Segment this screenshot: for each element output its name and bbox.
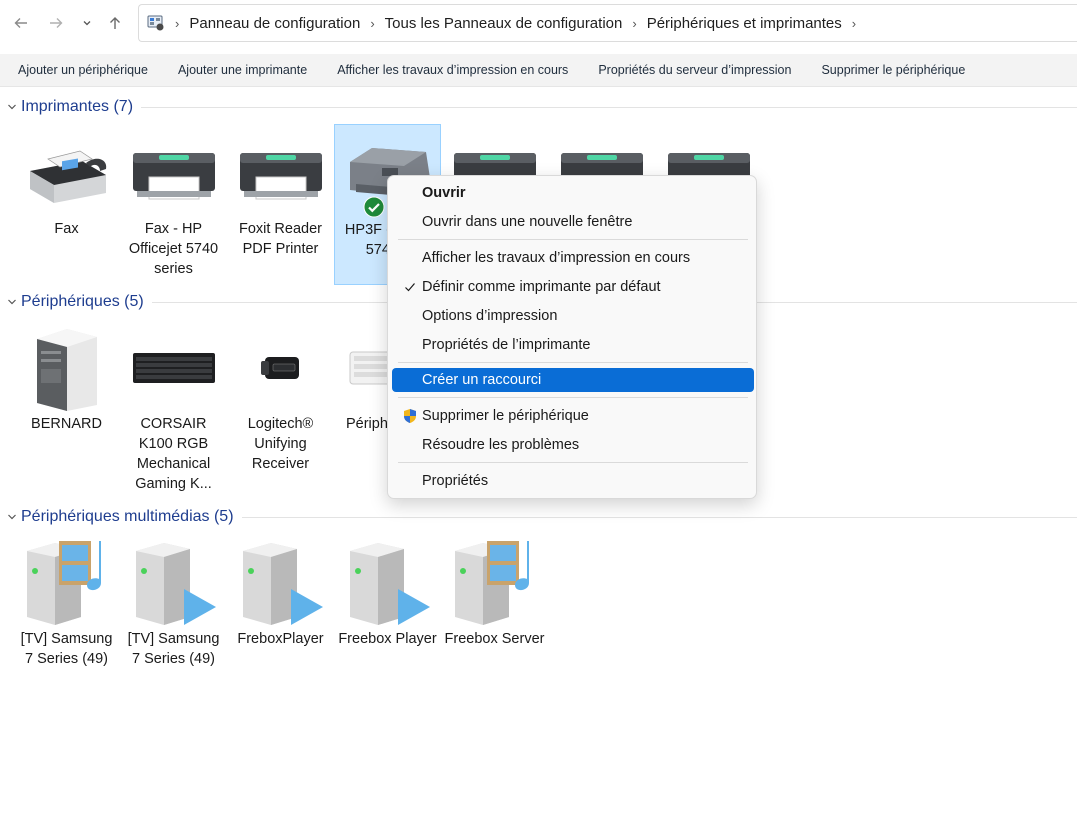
print-server-properties-button[interactable]: Propriétés du serveur d’impression [583,63,806,77]
breadcrumb-separator-icon: › [175,15,180,31]
remove-device-button[interactable]: Supprimer le périphérique [806,63,980,77]
device-label: Fax - HP Officejet 5740 series [128,221,219,277]
chevron-down-icon[interactable] [2,297,22,307]
device-item-fax[interactable]: Fax [13,127,120,239]
media-server-icon [441,537,548,629]
menu-item-print-options[interactable]: Options d’impression [392,304,754,328]
printer-icon [120,127,227,219]
forward-arrow-icon[interactable] [45,12,67,34]
control-panel-icon [147,14,165,32]
group-title-multimedia: Périphériques multimédias (5) [21,508,234,525]
menu-item-label: Définir comme imprimante par défaut [422,279,661,295]
media-player-icon [227,537,334,629]
device-label: Freebox Server [444,631,545,647]
media-player-icon [120,537,227,629]
device-item-freebox-player[interactable]: Freebox Player [334,537,441,649]
keyboard-icon [120,322,227,414]
device-label: Foxit Reader PDF Printer [238,221,322,257]
group-title-printers: Imprimantes (7) [21,98,134,115]
chevron-down-icon[interactable] [2,512,22,522]
media-player-icon [334,537,441,629]
uac-shield-icon [402,408,418,424]
device-label: [TV] Samsung 7 Series (49) [127,631,220,667]
device-label: FreboxPlayer [237,631,324,647]
breadcrumb-devices-printers[interactable]: Périphériques et imprimantes [647,15,842,32]
default-printer-check-icon [363,196,385,223]
chevron-down-icon[interactable] [2,102,22,112]
menu-item-troubleshoot[interactable]: Résoudre les problèmes [392,433,754,457]
group-header-printers[interactable]: Imprimantes (7) [0,95,1077,119]
up-arrow-icon[interactable] [104,12,126,34]
device-label: Freebox Player [338,631,437,647]
recent-locations-chevron-icon[interactable] [76,12,98,34]
device-item-freboxplayer[interactable]: FreboxPlayer [227,537,334,649]
back-arrow-icon[interactable] [10,12,32,34]
device-item-samsung-tv-1[interactable]: [TV] Samsung 7 Series (49) [13,537,120,669]
device-item-foxit-pdf-printer[interactable]: Foxit Reader PDF Printer [227,127,334,259]
device-item-freebox-server[interactable]: Freebox Server [441,537,548,649]
menu-separator [398,462,748,463]
printer-icon [227,127,334,219]
breadcrumb-separator-icon: › [370,15,375,31]
menu-separator [398,362,748,363]
menu-item-properties[interactable]: Propriétés [392,469,754,493]
computer-tower-icon [13,322,120,414]
add-device-button[interactable]: Ajouter un périphérique [3,63,163,77]
menu-separator [398,239,748,240]
menu-item-create-shortcut[interactable]: Créer un raccourci [392,368,754,392]
checkmark-icon [402,279,418,295]
device-label: Logitech® Unifying Receiver [247,416,314,472]
group-title-devices: Périphériques (5) [21,293,144,310]
breadcrumb-control-panel[interactable]: Panneau de configuration [189,15,360,32]
menu-item-open-new-window[interactable]: Ouvrir dans une nouvelle fenêtre [392,210,754,234]
fax-machine-icon [13,127,120,219]
device-label: [TV] Samsung 7 Series (49) [20,631,113,667]
group-divider [241,516,1077,518]
device-label: BERNARD [31,416,102,432]
address-box[interactable]: › Panneau de configuration › Tous les Pa… [138,4,1077,42]
group-header-multimedia[interactable]: Périphériques multimédias (5) [0,505,1077,529]
menu-item-see-print-jobs[interactable]: Afficher les travaux d’impression en cou… [392,246,754,270]
see-print-jobs-button[interactable]: Afficher les travaux d’impression en cou… [322,63,583,77]
context-menu: Ouvrir Ouvrir dans une nouvelle fenêtre … [387,175,757,499]
device-item-corsair-k100[interactable]: CORSAIR K100 RGB Mechanical Gaming K... [120,322,227,494]
breadcrumb-all-control-panels[interactable]: Tous les Panneaux de configuration [385,15,623,32]
command-bar: Ajouter un périphérique Ajouter une impr… [0,54,1077,87]
group-divider [141,106,1077,108]
usb-receiver-icon [227,322,334,414]
media-server-icon [13,537,120,629]
add-printer-button[interactable]: Ajouter une imprimante [163,63,322,77]
device-item-samsung-tv-2[interactable]: [TV] Samsung 7 Series (49) [120,537,227,669]
menu-item-open[interactable]: Ouvrir [392,181,754,205]
menu-item-remove-device[interactable]: Supprimer le périphérique [392,404,754,428]
menu-item-set-default-printer[interactable]: Définir comme imprimante par défaut [392,275,754,299]
device-label: CORSAIR K100 RGB Mechanical Gaming K... [135,416,212,492]
breadcrumb-separator-icon[interactable]: › [852,16,856,31]
device-item-fax-hp[interactable]: Fax - HP Officejet 5740 series [120,127,227,279]
device-label: Fax [54,221,79,237]
menu-separator [398,397,748,398]
address-bar: › Panneau de configuration › Tous les Pa… [0,0,1077,46]
device-item-logitech-unifying[interactable]: Logitech® Unifying Receiver [227,322,334,474]
breadcrumb-separator-icon: › [632,15,637,31]
menu-item-printer-properties[interactable]: Propriétés de l’imprimante [392,333,754,357]
device-item-bernard[interactable]: BERNARD [13,322,120,434]
menu-item-label: Supprimer le périphérique [422,408,589,424]
